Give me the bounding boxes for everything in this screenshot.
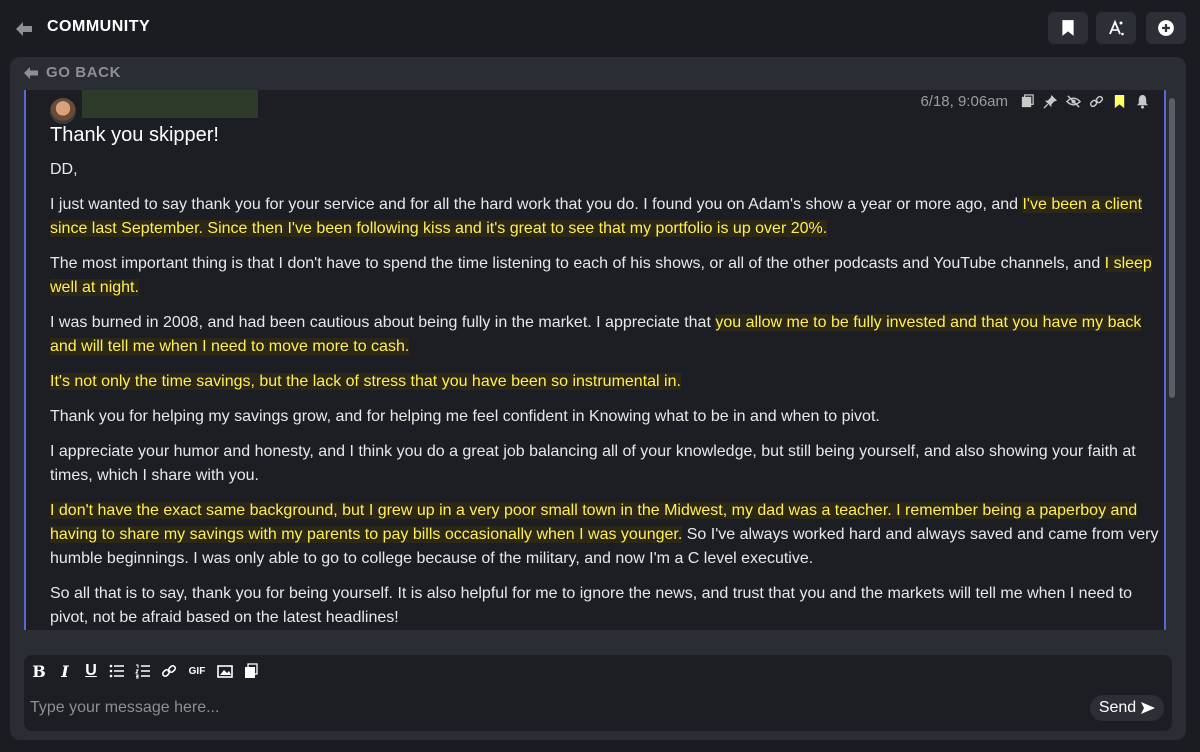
message-input[interactable] xyxy=(30,695,930,721)
add-button[interactable] xyxy=(1146,12,1186,44)
send-label: Send xyxy=(1098,699,1137,716)
message-text: I just wanted to say thank you for your … xyxy=(50,196,1023,213)
author-name-redacted xyxy=(82,90,258,118)
copy-icon xyxy=(245,663,258,678)
back-arrow-icon xyxy=(24,66,38,79)
bookmark-button[interactable] xyxy=(1048,12,1088,44)
italic-button[interactable]: I xyxy=(56,661,74,681)
plus-icon xyxy=(1158,20,1174,36)
top-bar: COMMUNITY xyxy=(0,0,1200,56)
message-paragraph: I don't have the exact same background, … xyxy=(50,499,1160,571)
message-title: Thank you skipper! xyxy=(50,124,219,146)
message-timestamp: 6/18, 9:06am xyxy=(920,93,1008,110)
message-text: So all that is to say, thank you for bei… xyxy=(50,585,1133,626)
numbered-list-button[interactable] xyxy=(134,661,152,681)
message-text: Thank you for helping my savings grow, a… xyxy=(50,408,880,425)
message-paragraph: The most important thing is that I don't… xyxy=(50,252,1160,300)
image-button[interactable] xyxy=(216,661,234,681)
message-scrollbar[interactable] xyxy=(1168,90,1176,630)
message-meta: 6/18, 9:06am xyxy=(920,93,1150,110)
go-back-label: GO BACK xyxy=(46,64,122,81)
link-icon[interactable] xyxy=(1089,94,1104,109)
bell-icon[interactable] xyxy=(1135,94,1150,109)
send-icon xyxy=(1141,702,1156,714)
pin-icon[interactable] xyxy=(1043,94,1058,109)
copy-button[interactable] xyxy=(242,661,260,681)
back-arrow-icon[interactable] xyxy=(12,17,36,41)
avatar[interactable] xyxy=(50,98,76,124)
community-panel: GO BACK 6/18, 9:06am Thank you skipper! … xyxy=(10,57,1186,740)
text-style-icon xyxy=(1109,19,1124,36)
message-paragraph: I just wanted to say thank you for your … xyxy=(50,193,1160,241)
hide-icon[interactable] xyxy=(1066,94,1081,109)
gif-button[interactable]: GIF xyxy=(186,661,208,681)
bookmark-icon[interactable] xyxy=(1112,94,1127,109)
underline-button[interactable]: U xyxy=(82,661,100,681)
message-paragraph: I was burned in 2008, and had been cauti… xyxy=(50,311,1160,359)
bullet-list-icon xyxy=(109,664,124,678)
message-paragraph: I appreciate your humor and honesty, and… xyxy=(50,440,1160,488)
message-paragraph: Thank you for helping my savings grow, a… xyxy=(50,405,1160,429)
page-title: COMMUNITY xyxy=(47,18,151,35)
message-paragraph: So all that is to say, thank you for bei… xyxy=(50,582,1160,630)
message-paragraph: It's not only the time savings, but the … xyxy=(50,370,1160,394)
message-text: I was burned in 2008, and had been cauti… xyxy=(50,314,716,331)
highlighted-text: It's not only the time savings, but the … xyxy=(50,373,681,390)
message-text: I appreciate your humor and honesty, and… xyxy=(50,443,1136,484)
message-composer: B I U GIF Send xyxy=(24,655,1172,731)
link-button[interactable] xyxy=(160,661,178,681)
message-text: DD, xyxy=(50,161,78,178)
bold-button[interactable]: B xyxy=(30,661,48,681)
copy-icon[interactable] xyxy=(1020,94,1035,109)
text-style-button[interactable] xyxy=(1096,12,1136,44)
formatting-toolbar: B I U GIF xyxy=(30,659,260,683)
go-back-link[interactable]: GO BACK xyxy=(24,64,121,81)
bullet-list-button[interactable] xyxy=(108,661,126,681)
image-icon xyxy=(217,665,233,678)
message-text: The most important thing is that I don't… xyxy=(50,255,1105,272)
link-icon xyxy=(161,664,177,678)
message-card: 6/18, 9:06am Thank you skipper! DD, I jus… xyxy=(24,90,1166,630)
message-body: DD, I just wanted to say thank you for yo… xyxy=(50,158,1160,630)
send-button[interactable]: Send xyxy=(1090,695,1164,721)
scrollbar-thumb[interactable] xyxy=(1169,98,1175,398)
numbered-list-icon xyxy=(135,664,150,679)
bookmark-icon xyxy=(1062,20,1074,36)
message-paragraph: DD, xyxy=(50,158,1160,182)
